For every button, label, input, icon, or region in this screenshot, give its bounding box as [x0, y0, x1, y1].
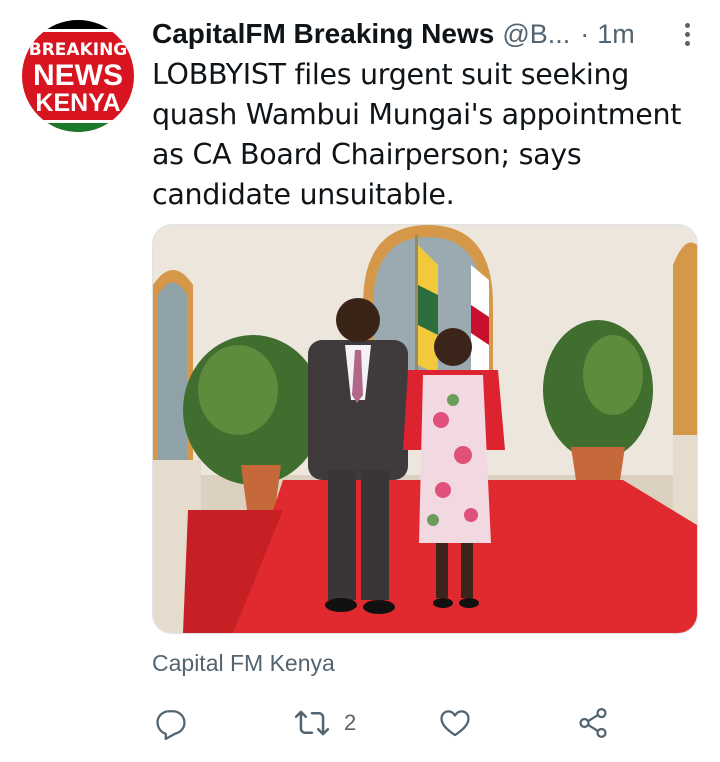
avatar-line-news: NEWS: [33, 59, 123, 92]
share-button[interactable]: [576, 698, 610, 748]
reply-button[interactable]: [154, 698, 188, 748]
tweet-text: LOBBYIST files urgent suit seeking quash…: [152, 58, 682, 211]
user-handle[interactable]: @B...: [502, 19, 570, 50]
retweet-count: 2: [344, 710, 357, 735]
tweet-header: CapitalFM Breaking News @B... · 1m: [152, 14, 700, 54]
timestamp[interactable]: 1m: [597, 19, 635, 50]
tweet-photo[interactable]: [152, 224, 698, 634]
like-button[interactable]: [438, 698, 472, 748]
avatar[interactable]: BREAKING NEWS KENYA: [22, 20, 134, 132]
retweet-button[interactable]: 2: [294, 698, 356, 748]
avatar-flag-band-top: [22, 20, 134, 29]
avatar-flag-band-bottom: [22, 123, 134, 132]
avatar-flag-band-white: [22, 29, 134, 32]
tweet-actions: 2: [152, 698, 622, 748]
photo-illustration: [153, 225, 697, 633]
heart-icon: [440, 710, 470, 737]
retweet-icon: [294, 710, 330, 736]
reply-icon: [156, 710, 186, 740]
share-icon: [579, 707, 607, 739]
more-options-icon[interactable]: [674, 18, 700, 50]
display-name[interactable]: CapitalFM Breaking News: [152, 18, 494, 50]
avatar-line-breaking: BREAKING: [28, 40, 128, 60]
avatar-line-kenya: KENYA: [35, 89, 121, 117]
card-source[interactable]: Capital FM Kenya: [152, 650, 335, 677]
separator-dot: ·: [580, 18, 590, 49]
